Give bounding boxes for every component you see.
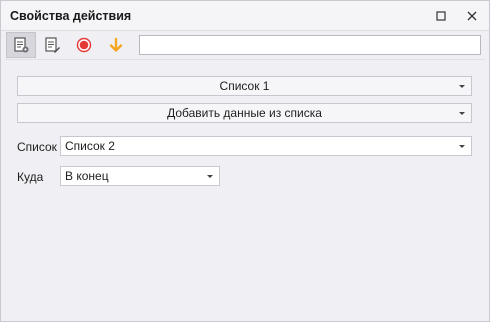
source-list-dropdown-value: Список 1: [219, 79, 270, 93]
arrow-down-icon: [109, 37, 122, 52]
where-dropdown[interactable]: В конец: [60, 166, 220, 186]
chevron-down-icon: [459, 85, 465, 88]
notes-tab[interactable]: [37, 32, 66, 58]
operation-dropdown[interactable]: Добавить данные из списка: [17, 103, 472, 123]
list-combobox[interactable]: Список 2: [60, 136, 472, 156]
toolbar: [1, 32, 489, 59]
titlebar: Свойства действия: [1, 1, 489, 31]
divider: [5, 59, 485, 60]
action-properties-tab[interactable]: [6, 32, 36, 58]
list-combobox-value: Список 2: [65, 139, 115, 153]
list-label: Список: [17, 140, 57, 154]
operation-dropdown-value: Добавить данные из списка: [167, 106, 322, 120]
source-list-dropdown[interactable]: Список 1: [17, 76, 472, 96]
chevron-down-icon: [459, 112, 465, 115]
where-dropdown-value: В конец: [65, 169, 109, 183]
action-properties-window: Свойства действия Список 1 Добавить данн…: [0, 0, 490, 322]
record-icon: [76, 37, 91, 53]
move-down-button[interactable]: [101, 32, 130, 58]
record-button[interactable]: [69, 32, 98, 58]
chevron-down-icon: [207, 175, 213, 178]
maximize-button[interactable]: [432, 7, 450, 25]
window-title: Свойства действия: [10, 9, 132, 23]
close-icon: [467, 11, 477, 21]
toolbar-search-input[interactable]: [139, 35, 481, 55]
action-properties-icon: [14, 37, 29, 53]
maximize-icon: [436, 11, 446, 21]
where-label: Куда: [17, 170, 44, 184]
edit-notes-icon: [44, 37, 60, 53]
close-button[interactable]: [463, 7, 481, 25]
chevron-down-icon: [459, 145, 465, 148]
